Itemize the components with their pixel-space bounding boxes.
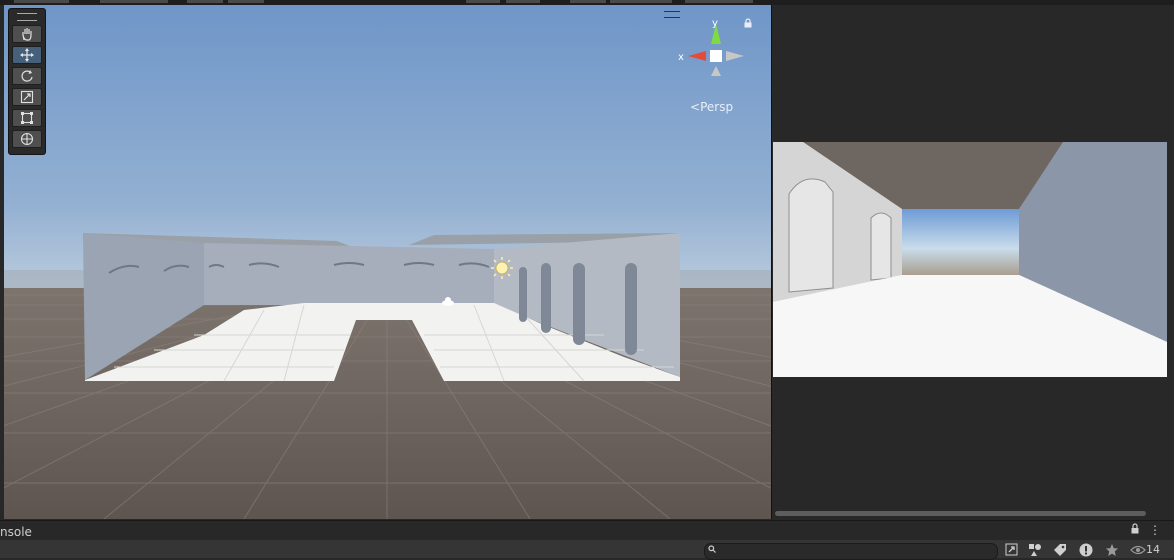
top-tab[interactable] xyxy=(610,0,672,3)
top-tab[interactable] xyxy=(685,0,753,3)
picker-icon[interactable] xyxy=(1003,542,1019,557)
top-tab[interactable] xyxy=(187,0,223,3)
tag-icon[interactable] xyxy=(1052,542,1068,557)
move-tool-button[interactable] xyxy=(12,46,42,64)
rotate-icon xyxy=(21,70,33,82)
rect-icon xyxy=(21,112,33,124)
palette-drag-handle[interactable] xyxy=(17,13,37,21)
tool-palette[interactable] xyxy=(8,8,46,155)
eye-icon[interactable] xyxy=(1130,542,1146,557)
top-tab[interactable] xyxy=(14,0,69,3)
game-viewport xyxy=(773,142,1167,377)
move-icon xyxy=(20,48,34,62)
rotate-tool-button[interactable] xyxy=(12,67,42,85)
gizmo-neg-x-axis[interactable] xyxy=(726,51,744,61)
lock-icon[interactable] xyxy=(743,18,753,28)
hand-tool-button[interactable] xyxy=(12,25,42,43)
corridor-exit xyxy=(902,209,1019,275)
projection-toggle[interactable]: <Persp xyxy=(690,100,733,114)
visibility-count: 14 xyxy=(1146,543,1160,556)
hand-icon xyxy=(22,28,32,41)
search-input[interactable] xyxy=(704,543,998,560)
top-tab[interactable] xyxy=(466,0,500,3)
alert-icon[interactable] xyxy=(1078,542,1094,557)
back-chevron-icon: < xyxy=(690,100,701,114)
game-view[interactable] xyxy=(773,142,1167,377)
transform-icon xyxy=(20,132,34,146)
shapes-icon[interactable] xyxy=(1027,542,1043,557)
top-tab[interactable] xyxy=(506,0,540,3)
gizmo-x-axis[interactable] xyxy=(688,51,706,61)
search-icon xyxy=(708,545,716,553)
transform-tool-button[interactable] xyxy=(12,130,42,148)
orientation-gizmo[interactable]: y x xyxy=(674,14,754,94)
kebab-menu-icon[interactable]: ⋮ xyxy=(1149,523,1161,537)
gizmo-y-label: y xyxy=(712,18,718,29)
game-view-scrollbar[interactable] xyxy=(775,511,1146,516)
star-icon[interactable] xyxy=(1104,542,1120,557)
scale-tool-button[interactable] xyxy=(12,88,42,106)
scene-viewport xyxy=(4,5,771,519)
console-tab-bar xyxy=(0,520,1174,541)
top-tab[interactable] xyxy=(228,0,264,3)
gizmo-neg-y-axis[interactable] xyxy=(711,66,721,76)
scene-view[interactable] xyxy=(4,5,772,519)
top-tab[interactable] xyxy=(100,0,168,3)
lock-icon[interactable] xyxy=(1130,523,1140,534)
top-tab[interactable] xyxy=(570,0,606,3)
gizmo-center-cube[interactable] xyxy=(710,50,722,62)
gizmo-x-label: x xyxy=(678,52,684,63)
scale-icon xyxy=(20,90,34,104)
projection-label: Persp xyxy=(700,100,734,114)
console-tab[interactable]: nsole xyxy=(0,525,32,539)
rect-tool-button[interactable] xyxy=(12,109,42,127)
